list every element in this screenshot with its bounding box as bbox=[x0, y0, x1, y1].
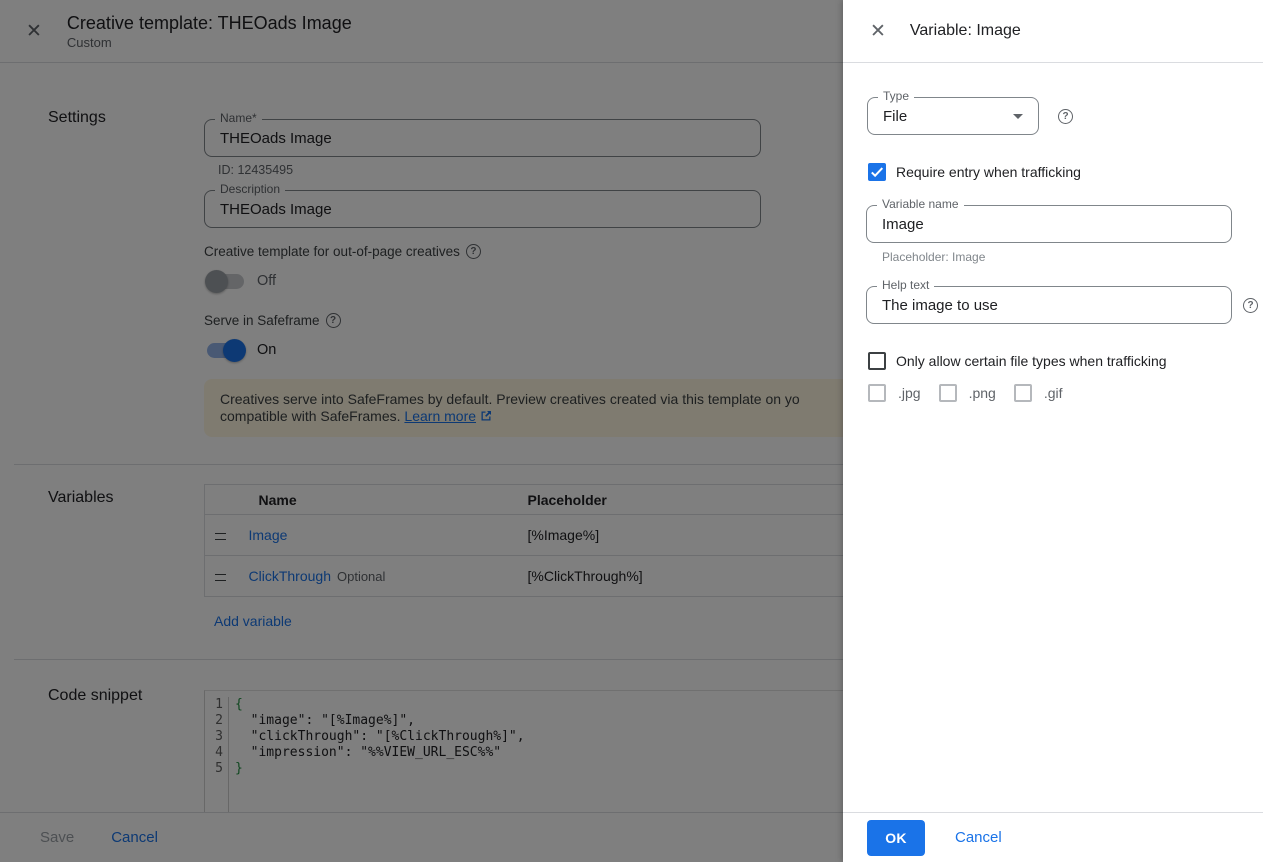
require-entry-label: Require entry when trafficking bbox=[896, 164, 1081, 180]
panel-close-icon[interactable]: ✕ bbox=[870, 22, 886, 41]
type-select-label: Type bbox=[878, 89, 914, 104]
panel-title: Variable: Image bbox=[910, 22, 1021, 40]
variable-panel: ✕ Variable: Image Type File ? Require en… bbox=[843, 0, 1263, 862]
panel-body: Type File ? Require entry when trafficki… bbox=[843, 97, 1263, 402]
file-types-label: Only allow certain file types when traff… bbox=[896, 353, 1167, 369]
file-types-checkbox[interactable] bbox=[868, 352, 886, 370]
gif-label: .gif bbox=[1044, 385, 1063, 401]
variable-name-label: Variable name bbox=[877, 197, 964, 212]
png-label: .png bbox=[969, 385, 996, 401]
help-text-help-icon[interactable]: ? bbox=[1243, 298, 1258, 313]
app-window: ✕ Creative template: THEOads Image Custo… bbox=[0, 0, 1263, 862]
type-help-icon[interactable]: ? bbox=[1058, 109, 1073, 124]
panel-header: ✕ Variable: Image bbox=[843, 0, 1263, 63]
variable-name-input[interactable] bbox=[882, 216, 1216, 233]
jpg-label: .jpg bbox=[898, 385, 921, 401]
chevron-down-icon bbox=[1013, 114, 1023, 119]
help-text-input[interactable] bbox=[882, 297, 1216, 314]
ok-button[interactable]: OK bbox=[867, 820, 925, 856]
help-text-label: Help text bbox=[877, 278, 934, 293]
require-entry-checkbox[interactable] bbox=[868, 163, 886, 181]
gif-checkbox[interactable] bbox=[1014, 384, 1032, 402]
checkmark-icon bbox=[868, 163, 886, 181]
placeholder-hint: Placeholder: Image bbox=[882, 250, 1263, 264]
panel-cancel-button[interactable]: Cancel bbox=[955, 829, 1002, 846]
type-select-value: File bbox=[883, 108, 907, 125]
png-checkbox[interactable] bbox=[939, 384, 957, 402]
panel-footer: OK Cancel bbox=[843, 812, 1263, 862]
help-text-field[interactable]: Help text bbox=[866, 286, 1232, 324]
type-select[interactable]: Type File bbox=[867, 97, 1039, 135]
jpg-checkbox[interactable] bbox=[868, 384, 886, 402]
variable-name-field[interactable]: Variable name bbox=[866, 205, 1232, 243]
